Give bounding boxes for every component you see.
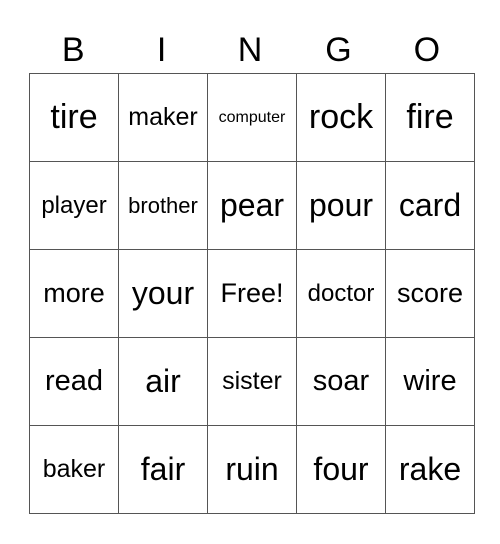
card-cell[interactable]: more: [29, 249, 119, 338]
card-cell[interactable]: pear: [207, 161, 297, 250]
card-cell[interactable]: brother: [118, 161, 208, 250]
card-cell[interactable]: air: [118, 337, 208, 426]
card-row: read air sister soar wire: [29, 337, 475, 426]
card-cell[interactable]: score: [385, 249, 475, 338]
card-cell[interactable]: computer: [207, 73, 297, 162]
card-row: player brother pear pour card: [29, 161, 475, 250]
bingo-header: B I N G O: [29, 28, 471, 72]
header-letter-n: N: [237, 31, 263, 69]
card-row: more your Free! doctor score: [29, 249, 475, 338]
header-letter-b: B: [61, 31, 85, 69]
card-cell[interactable]: doctor: [296, 249, 386, 338]
card-cell[interactable]: tire: [29, 73, 119, 162]
card-cell[interactable]: fire: [385, 73, 475, 162]
card-cell[interactable]: player: [29, 161, 119, 250]
card-cell[interactable]: soar: [296, 337, 386, 426]
header-letter-g: G: [325, 31, 352, 69]
card-cell[interactable]: baker: [29, 425, 119, 514]
card-cell[interactable]: fair: [118, 425, 208, 514]
bingo-card: tire maker computer rock fire player bro…: [29, 73, 475, 514]
card-row: baker fair ruin four rake: [29, 425, 475, 514]
card-cell[interactable]: rock: [296, 73, 386, 162]
card-cell[interactable]: your: [118, 249, 208, 338]
header-letter-i: I: [156, 31, 167, 69]
card-cell[interactable]: read: [29, 337, 119, 426]
card-cell[interactable]: four: [296, 425, 386, 514]
card-cell[interactable]: ruin: [207, 425, 297, 514]
header-letter-o: O: [413, 31, 441, 69]
card-cell[interactable]: maker: [118, 73, 208, 162]
card-cell[interactable]: rake: [385, 425, 475, 514]
card-cell[interactable]: pour: [296, 161, 386, 250]
card-cell[interactable]: wire: [385, 337, 475, 426]
free-space-cell[interactable]: Free!: [207, 249, 297, 338]
card-cell[interactable]: sister: [207, 337, 297, 426]
card-row: tire maker computer rock fire: [29, 73, 475, 162]
card-cell[interactable]: card: [385, 161, 475, 250]
